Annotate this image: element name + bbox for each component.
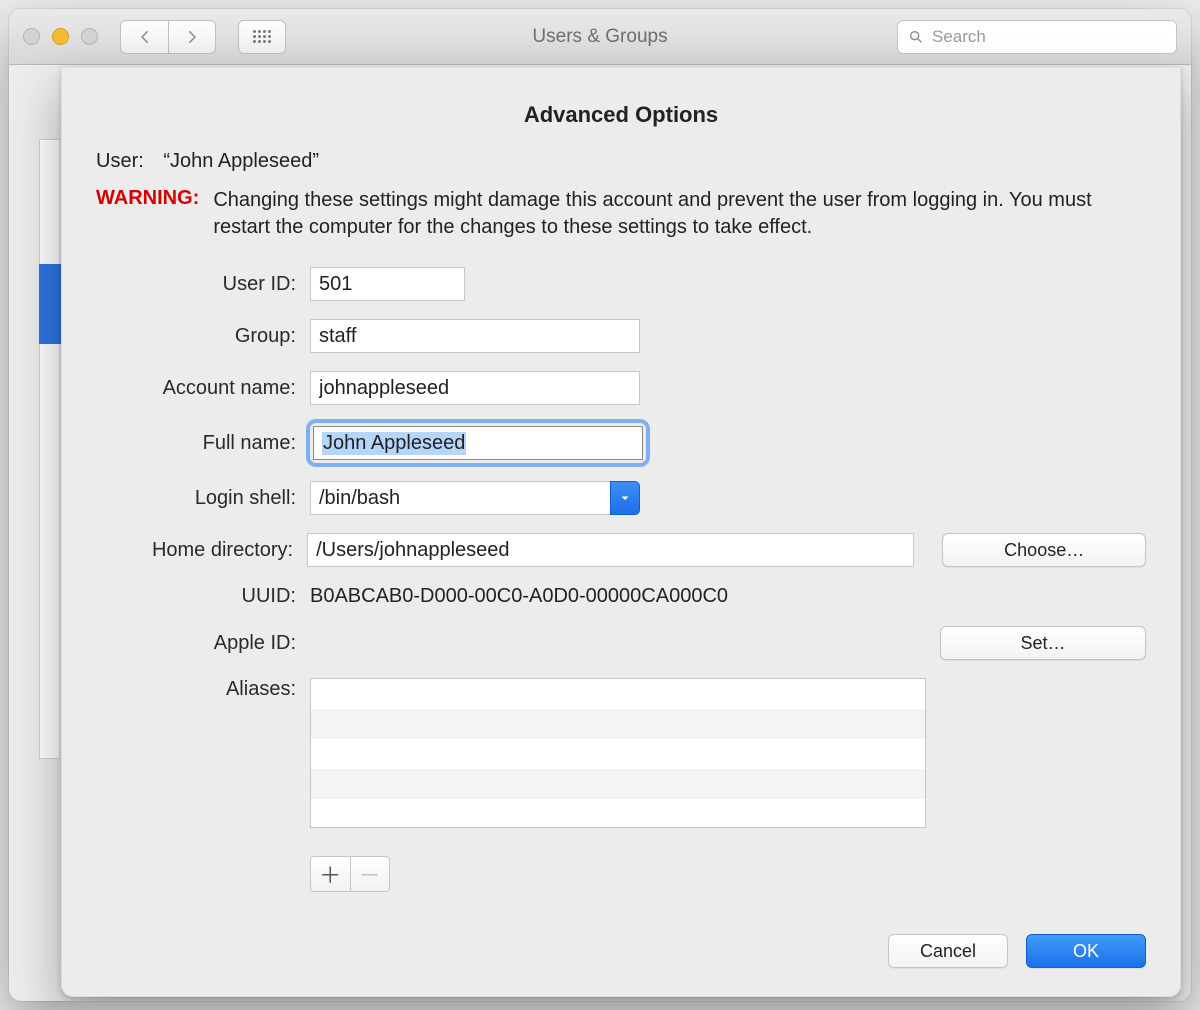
row-account-name: Account name: [96,371,1146,405]
row-apple-id: Apple ID: Set… [96,626,1146,660]
search-field[interactable] [897,20,1177,54]
row-login-shell: Login shell: [96,481,1146,515]
input-home-directory[interactable] [307,533,914,567]
background-users-list [39,139,59,759]
input-login-shell[interactable] [310,481,610,515]
combo-login-shell[interactable] [310,481,640,515]
user-line: User: “John Appleseed” [96,150,1146,173]
warning-text: Changing these settings might damage thi… [213,187,1146,241]
cancel-button[interactable]: Cancel [888,934,1008,968]
input-group[interactable] [310,319,640,353]
set-apple-id-button[interactable]: Set… [940,626,1146,660]
grid-icon [253,30,271,43]
chevron-down-icon [619,492,631,504]
nav-back-forward [120,20,216,54]
window-traffic-lights [23,28,98,45]
add-alias-button[interactable]: ＋ [311,857,351,891]
minus-icon: － [359,858,381,890]
label-user-id: User ID: [96,273,296,296]
user-label: User: [96,150,144,172]
user-name-value: “John Appleseed” [163,150,319,172]
input-account-name[interactable] [310,371,640,405]
row-home-directory: Home directory: Choose… [96,533,1146,567]
chevron-left-icon [136,28,154,46]
label-login-shell: Login shell: [96,487,296,510]
minimize-window-button[interactable] [52,28,69,45]
sheet-footer: Cancel OK [888,934,1146,968]
forward-button[interactable] [168,20,216,54]
uuid-value: B0ABCAB0-D000-00C0-A0D0-00000CA000C0 [310,585,728,608]
aliases-add-remove: ＋ － [310,856,390,892]
advanced-options-sheet: Advanced Options User: “John Appleseed” … [61,67,1181,997]
remove-alias-button[interactable]: － [351,857,390,891]
row-user-id: User ID: [96,267,1146,301]
chevron-right-icon [183,28,201,46]
zoom-window-button[interactable] [81,28,98,45]
row-uuid: UUID: B0ABCAB0-D000-00C0-A0D0-00000CA000… [96,585,1146,608]
show-all-button[interactable] [238,20,286,54]
label-account-name: Account name: [96,377,296,400]
warning-label: WARNING: [96,187,199,210]
sheet-heading: Advanced Options [96,102,1146,128]
back-button[interactable] [120,20,168,54]
choose-home-directory-button[interactable]: Choose… [942,533,1146,567]
aliases-list[interactable] [310,678,926,828]
close-window-button[interactable] [23,28,40,45]
plus-icon: ＋ [319,858,341,890]
focus-ring: John Appleseed [310,423,646,463]
label-apple-id: Apple ID: [96,632,296,655]
background-selected-user [39,264,61,344]
full-name-selected-text: John Appleseed [322,432,466,455]
label-group: Group: [96,325,296,348]
label-full-name: Full name: [96,432,296,455]
search-input[interactable] [932,27,1166,47]
label-home-directory: Home directory: [96,539,293,562]
search-icon [908,29,924,45]
ok-button[interactable]: OK [1026,934,1146,968]
row-full-name: Full name: John Appleseed [96,423,1146,463]
label-uuid: UUID: [96,585,296,608]
login-shell-dropdown-button[interactable] [610,481,640,515]
label-aliases: Aliases: [96,678,296,701]
form: User ID: Group: Account name: Full name:… [96,267,1146,892]
users-and-groups-window: Users & Groups Advanced Options User: “J… [9,9,1191,1001]
row-aliases: Aliases: [96,678,1146,828]
warning-row: WARNING: Changing these settings might d… [96,187,1146,241]
row-group: Group: [96,319,1146,353]
window-titlebar: Users & Groups [9,9,1191,65]
input-full-name[interactable]: John Appleseed [313,426,643,460]
input-user-id[interactable] [310,267,465,301]
